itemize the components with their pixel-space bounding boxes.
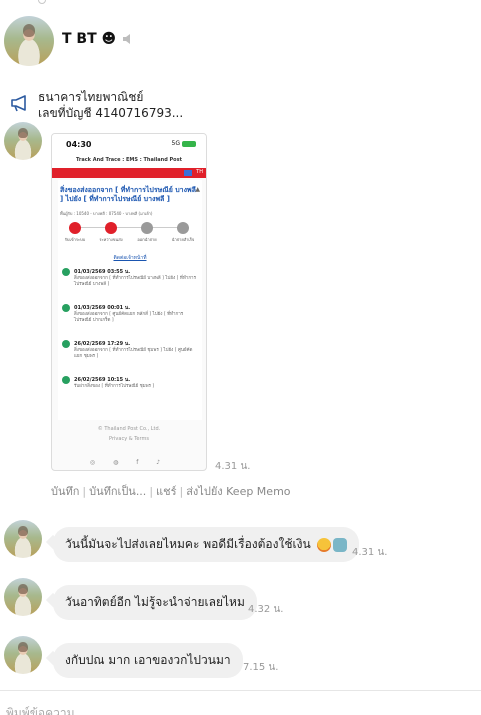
language-label: TH <box>196 169 203 175</box>
phone-status-bar: 04:30 5G <box>52 134 206 154</box>
tracking-event: 26/02/2569 17:29 น. สิ่งของส่งออกจาก [ ที… <box>62 340 198 361</box>
step-delivered: นำจ่ายสำเร็จ <box>166 222 200 243</box>
message-bubble[interactable]: วันอาทิตย์อีก ไม่รู้จะนำจ่ายเลยไหม <box>53 585 257 620</box>
event-desc: รับฝากสิ่งของ [ ที่ทำการไปรษณีย์ ชุมพร ] <box>74 384 155 389</box>
delivery-icon <box>141 222 153 234</box>
tracking-event: 01/03/2569 03:55 น. สิ่งของส่งออกจาก [ ที… <box>62 268 198 289</box>
brand-bar: TH <box>52 168 206 178</box>
step-label: ออกนำจ่าย <box>137 237 157 242</box>
message-text: วันอาทิตย์อีก ไม่รู้จะนำจ่ายเลยไหม <box>65 595 245 609</box>
site-footer: © Thailand Post Co., Ltd. Privacy & Term… <box>52 426 206 442</box>
speaker-muted-icon[interactable] <box>121 32 135 46</box>
tracking-event: 26/02/2569 10:15 น. รับฝากสิ่งของ [ ที่ทำ… <box>62 376 198 390</box>
message-time: 4.31 น. <box>352 547 388 558</box>
event-desc: สิ่งของส่งออกจาก [ ศูนย์คัดแยก หลักสี่ ]… <box>74 312 184 324</box>
message-input[interactable]: พิมพ์ข้อความ <box>6 704 476 715</box>
step-out-for-delivery: ออกนำจ่าย <box>130 222 164 243</box>
chat-name[interactable]: T BT ☻ <box>62 31 116 47</box>
hot-face-emoji-icon <box>316 537 331 552</box>
sender-avatar[interactable] <box>4 520 42 558</box>
check-icon <box>62 304 70 312</box>
event-desc: สิ่งของส่งออกจาก [ ที่ทำการไปรษณีย์ บางพ… <box>74 276 196 288</box>
separator: | <box>82 485 87 498</box>
route-heading: สิ่งของส่งออกจาก [ ที่ทำการไปรษณีย์ บางพ… <box>60 186 200 204</box>
top-scroll-remnant <box>8 0 68 6</box>
save-as-button[interactable]: บันทึกเป็น... <box>89 485 146 498</box>
route-text: สิ่งของส่งออกจาก [ ที่ทำการไปรษณีย์ บางพ… <box>60 186 196 204</box>
signal-text: 5G <box>171 140 180 147</box>
message-time: 7.15 น. <box>243 662 279 673</box>
megaphone-icon <box>11 95 26 112</box>
tracking-steps: รับเข้าระบบ ระหว่างขนส่ง ออกนำจ่าย นำจ่า… <box>58 222 202 248</box>
sender-avatar[interactable] <box>4 122 42 160</box>
tracking-screenshot-image[interactable]: 04:30 5G Track And Trace : EMS : Thailan… <box>51 133 207 471</box>
collapse-icon: ▲ <box>195 186 200 193</box>
message-text: วันนี้มันจะไปส่งเลยไหมคะ พอดีมีเรื่องต้อ… <box>65 537 311 551</box>
social-icons: ◎ ◍ f ♪ <box>89 459 169 466</box>
event-desc: สิ่งของส่งออกจาก [ ที่ทำการไปรษณีย์ ชุมพ… <box>74 348 193 360</box>
check-icon <box>62 268 70 276</box>
separator: | <box>149 485 154 498</box>
footer-privacy: Privacy & Terms <box>109 436 149 442</box>
image-actions: บันทึก | บันทึกเป็น... | แชร์ | ส่งไปยัง Keep … <box>51 482 291 500</box>
event-time: 26/02/2569 10:15 น. <box>74 377 131 383</box>
message-text: งกับปณ มาก เอาของวกไปวนมา <box>65 653 231 667</box>
message-bubble[interactable]: งกับปณ มาก เอาของวกไปวนมา <box>53 643 243 678</box>
share-button[interactable]: แชร์ <box>156 485 176 498</box>
event-time: 26/02/2569 17:29 น. <box>74 341 131 347</box>
header-avatar[interactable] <box>4 16 54 66</box>
step-label: นำจ่ายสำเร็จ <box>171 237 195 242</box>
remnant-dot <box>38 0 46 4</box>
step-label: รับเข้าระบบ <box>64 237 86 242</box>
phone-time: 04:30 <box>66 140 92 149</box>
contact-staff-link: ติดต่อเจ้าหน้าที่ <box>113 255 147 261</box>
announcement-subtitle: เลขที่บัญชี 4140716793... <box>38 106 184 120</box>
event-time: 01/03/2569 03:55 น. <box>74 269 131 275</box>
tracking-event: 01/03/2569 00:01 น. สิ่งของส่งออกจาก [ ศู… <box>62 304 198 325</box>
truck-icon <box>105 222 117 234</box>
step-in-transit: ระหว่างขนส่ง <box>94 222 128 243</box>
app-title: Track And Trace : EMS : Thailand Post <box>52 154 206 168</box>
footer-copyright: © Thailand Post Co., Ltd. <box>97 426 161 432</box>
box-icon <box>69 222 81 234</box>
step-received: รับเข้าระบบ <box>58 222 92 243</box>
input-divider <box>0 690 481 691</box>
sender-avatar[interactable] <box>4 636 42 674</box>
message-time: 4.32 น. <box>248 604 284 615</box>
check-icon <box>62 340 70 348</box>
battery-icon <box>182 140 196 147</box>
tracking-card: สิ่งของส่งออกจาก [ ที่ทำการไปรษณีย์ บางพ… <box>58 180 202 420</box>
check-icon <box>62 376 70 384</box>
person-emoji-icon <box>332 537 347 552</box>
save-button[interactable]: บันทึก <box>51 485 79 498</box>
step-label: ระหว่างขนส่ง <box>99 237 123 242</box>
message-time: 4.31 น. <box>215 461 251 472</box>
signal-indicator: 5G <box>172 140 196 147</box>
message-bubble[interactable]: วันนี้มันจะไปส่งเลยไหมคะ พอดีมีเรื่องต้อ… <box>53 527 359 562</box>
route-meta: พื้นผู้รับ : 10540 - บางพลี : 07540 - บา… <box>60 211 153 216</box>
send-to-keep-button[interactable]: ส่งไปยัง Keep Memo <box>186 485 290 498</box>
check-icon <box>177 222 189 234</box>
separator: | <box>179 485 184 498</box>
event-time: 01/03/2569 00:01 น. <box>74 305 131 311</box>
sender-avatar[interactable] <box>4 578 42 616</box>
flag-icon <box>184 170 192 176</box>
